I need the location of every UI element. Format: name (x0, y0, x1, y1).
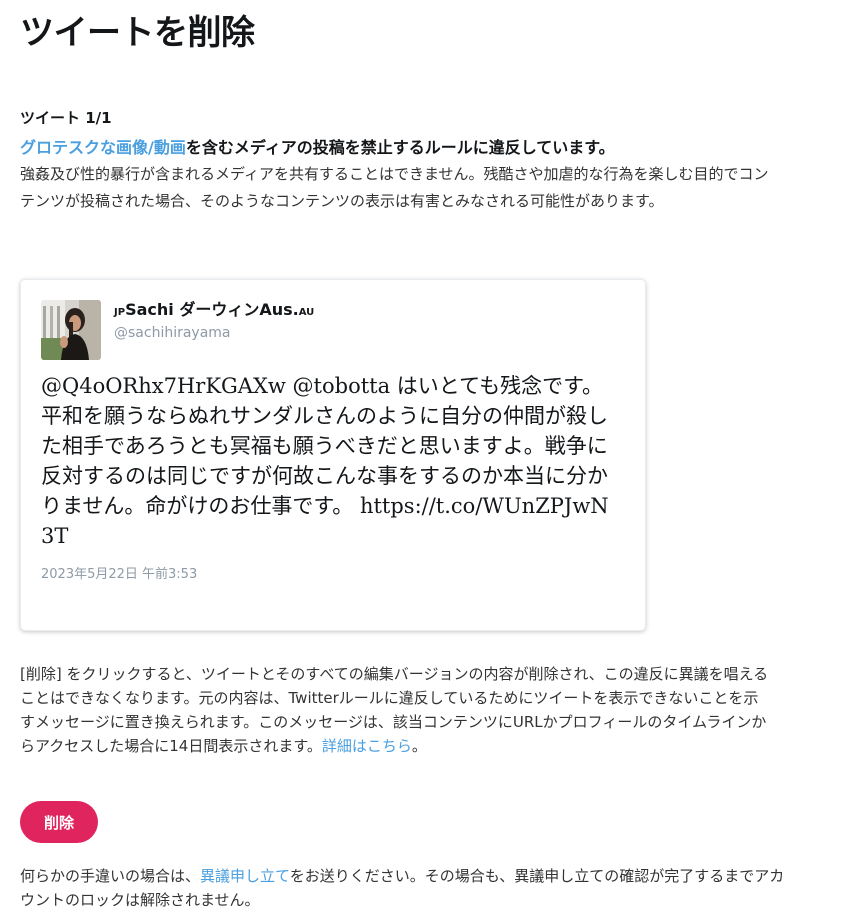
delete-button[interactable]: 削除 (20, 801, 98, 843)
violation-headline: グロテスクな画像/動画を含むメディアの投稿を禁止するルールに違反しています。 (20, 136, 615, 160)
display-name-main: Sachi ダーウィンAus. (125, 300, 299, 319)
violation-headline-text: を含むメディアの投稿を禁止するルールに違反しています。 (185, 138, 615, 157)
appeal-note-before: 何らかの手違いの場合は、 (20, 867, 201, 885)
rule-link[interactable]: グロテスクな画像/動画 (20, 138, 186, 157)
user-handle: @sachihirayama (114, 325, 231, 341)
delete-explanation: [削除] をクリックすると、ツイートとそのすべての編集バージョンの内容が削除され… (20, 662, 770, 758)
tweet-counter: ツイート 1/1 (20, 109, 112, 127)
avatar[interactable] (41, 300, 101, 360)
display-name[interactable]: JPSachi ダーウィンAus.AU (114, 298, 314, 325)
display-name-suffix: AU (298, 307, 315, 318)
learn-more-link[interactable]: 詳細はこちら (322, 737, 412, 755)
appeal-note: 何らかの手違いの場合は、異議申し立てをお送りください。その場合も、異議申し立ての… (20, 864, 790, 912)
delete-explanation-end: 。 (411, 737, 427, 755)
tweet-text: @Q4oORhx7HrKGAXw @tobotta はいとても残念です。平和を願… (41, 374, 609, 548)
appeal-link[interactable]: 異議申し立て (200, 867, 290, 885)
tweet-timestamp: 2023年5月22日 午前3:53 (41, 567, 198, 582)
violation-description: 強姦及び性的暴行が含まれるメディアを共有することはできません。残酷さや加虐的な行… (20, 165, 769, 210)
avatar-photo-icon (41, 300, 101, 360)
page-title: ツイートを削除 (20, 13, 255, 53)
display-name-prefix: JP (114, 307, 126, 318)
reported-tweet-card: JPSachi ダーウィンAus.AU @sachihirayama @Q4oO… (20, 279, 646, 631)
